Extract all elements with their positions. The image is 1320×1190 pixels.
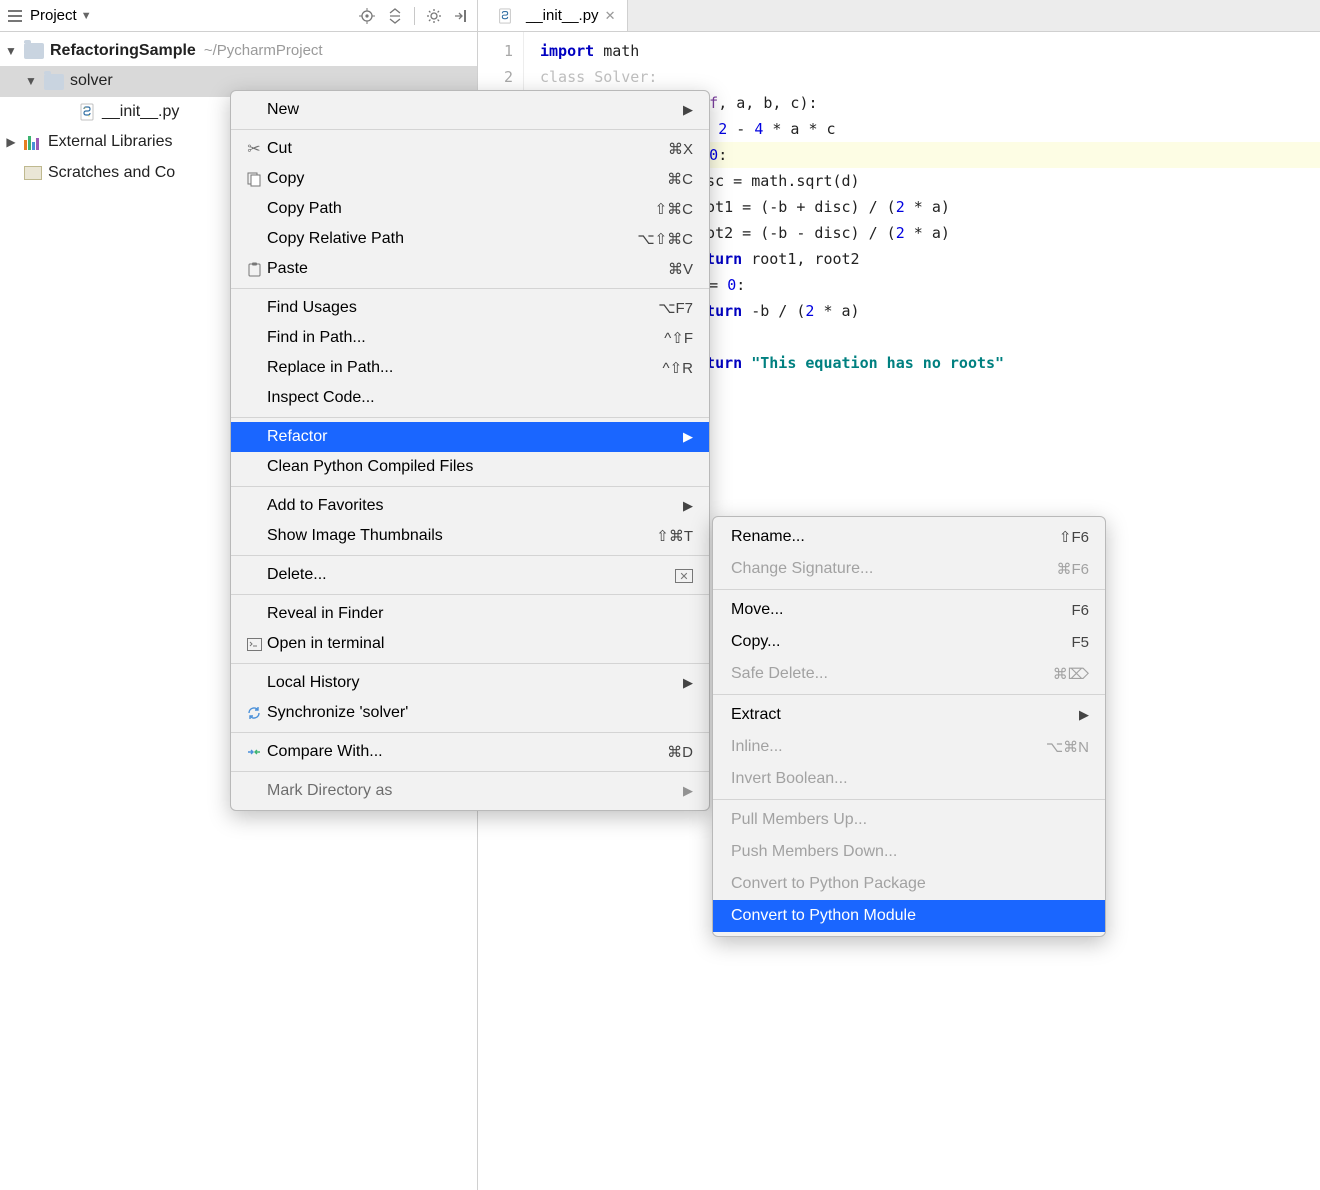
menu-separator [231, 417, 709, 418]
project-view-dropdown[interactable]: Project ▼ [30, 7, 92, 24]
sync-icon [241, 705, 267, 721]
chevron-down-icon: ▼ [4, 40, 18, 63]
hide-icon[interactable] [453, 7, 471, 25]
project-list-icon [6, 7, 24, 25]
close-icon[interactable]: ✕ [605, 8, 616, 24]
chevron-right-icon: ▶ [4, 131, 18, 154]
menu-separator [713, 694, 1105, 695]
menu-separator [713, 799, 1105, 800]
gutter-line: 1 [478, 38, 513, 64]
menu-separator [231, 732, 709, 733]
menu-clean-pyc[interactable]: Clean Python Compiled Files [231, 452, 709, 482]
context-menu: New▶ ✂Cut⌘X Copy⌘C Copy Path⇧⌘C Copy Rel… [230, 90, 710, 811]
menu-cut[interactable]: ✂Cut⌘X [231, 134, 709, 164]
submenu-safe-delete: Safe Delete...⌘⌦ [713, 658, 1105, 690]
collapse-all-icon[interactable] [386, 7, 404, 25]
menu-separator [231, 663, 709, 664]
folder-icon [44, 74, 64, 90]
menu-open-terminal[interactable]: Open in terminal [231, 629, 709, 659]
python-file-icon [496, 7, 514, 25]
project-view-label: Project [30, 7, 77, 24]
cut-icon: ✂ [241, 139, 267, 159]
submenu-convert-module[interactable]: Convert to Python Module [713, 900, 1105, 932]
submenu-arrow-icon: ▶ [683, 429, 693, 445]
locate-icon[interactable] [358, 7, 376, 25]
menu-local-history[interactable]: Local History▶ [231, 668, 709, 698]
submenu-push-down: Push Members Down... [713, 836, 1105, 868]
paste-icon [241, 262, 267, 277]
submenu-extract[interactable]: Extract▶ [713, 699, 1105, 731]
gear-icon[interactable] [425, 7, 443, 25]
scratches-icon [24, 166, 42, 180]
submenu-arrow-icon: ▶ [683, 675, 693, 691]
root-path: ~/PycharmProject [204, 37, 323, 66]
menu-synchronize[interactable]: Synchronize 'solver' [231, 698, 709, 728]
menu-add-favorites[interactable]: Add to Favorites▶ [231, 491, 709, 521]
menu-inspect-code[interactable]: Inspect Code... [231, 383, 709, 413]
menu-replace-in-path[interactable]: Replace in Path...^⇧R [231, 353, 709, 383]
python-file-icon [78, 103, 96, 121]
ext-lib-label: External Libraries [48, 127, 173, 157]
menu-reveal-finder[interactable]: Reveal in Finder [231, 599, 709, 629]
gutter-line: 2 [478, 64, 513, 90]
menu-mark-directory[interactable]: Mark Directory as▶ [231, 776, 709, 806]
project-toolbar: Project ▼ [0, 0, 477, 32]
tree-root[interactable]: ▼ RefactoringSample ~/PycharmProject [0, 36, 477, 66]
scratches-label: Scratches and Co [48, 158, 175, 188]
menu-new[interactable]: New▶ [231, 95, 709, 125]
submenu-arrow-icon: ▶ [683, 102, 693, 118]
folder-icon [24, 43, 44, 59]
refactor-submenu: Rename...⇧F6 Change Signature...⌘F6 Move… [712, 516, 1106, 937]
copy-icon [241, 172, 267, 187]
menu-separator [713, 589, 1105, 590]
submenu-pull-up: Pull Members Up... [713, 804, 1105, 836]
submenu-arrow-icon: ▶ [683, 498, 693, 514]
chevron-down-icon: ▼ [81, 10, 92, 22]
submenu-arrow-icon: ▶ [1079, 707, 1089, 723]
toolbar-separator [414, 7, 415, 25]
delete-key-icon: ✕ [675, 567, 693, 584]
menu-paste[interactable]: Paste⌘V [231, 254, 709, 284]
menu-separator [231, 486, 709, 487]
submenu-arrow-icon: ▶ [683, 783, 693, 799]
menu-separator [231, 594, 709, 595]
submenu-copy[interactable]: Copy...F5 [713, 626, 1105, 658]
tab-label: __init__.py [526, 7, 599, 24]
compare-icon [241, 744, 267, 760]
menu-copy-relative-path[interactable]: Copy Relative Path⌥⇧⌘C [231, 224, 709, 254]
menu-separator [231, 129, 709, 130]
menu-separator [231, 288, 709, 289]
chevron-down-icon: ▼ [24, 70, 38, 93]
menu-find-in-path[interactable]: Find in Path...^⇧F [231, 323, 709, 353]
terminal-icon [241, 638, 267, 651]
editor-tab-init[interactable]: __init__.py ✕ [478, 0, 628, 31]
menu-separator [231, 771, 709, 772]
submenu-move[interactable]: Move...F6 [713, 594, 1105, 626]
menu-copy[interactable]: Copy⌘C [231, 164, 709, 194]
menu-compare-with[interactable]: Compare With...⌘D [231, 737, 709, 767]
menu-separator [231, 555, 709, 556]
libraries-icon [24, 134, 42, 150]
folder-label: solver [70, 66, 113, 96]
menu-show-thumbnails[interactable]: Show Image Thumbnails⇧⌘T [231, 521, 709, 551]
menu-delete[interactable]: Delete...✕ [231, 560, 709, 590]
submenu-convert-package: Convert to Python Package [713, 868, 1105, 900]
submenu-invert-boolean: Invert Boolean... [713, 763, 1105, 795]
menu-copy-path[interactable]: Copy Path⇧⌘C [231, 194, 709, 224]
root-name: RefactoringSample [50, 36, 196, 66]
editor-tabbar: __init__.py ✕ [478, 0, 1320, 32]
submenu-inline: Inline...⌥⌘N [713, 731, 1105, 763]
submenu-rename[interactable]: Rename...⇧F6 [713, 521, 1105, 553]
menu-find-usages[interactable]: Find Usages⌥F7 [231, 293, 709, 323]
menu-refactor[interactable]: Refactor▶ [231, 422, 709, 452]
file-label: __init__.py [102, 97, 179, 127]
submenu-change-signature: Change Signature...⌘F6 [713, 553, 1105, 585]
